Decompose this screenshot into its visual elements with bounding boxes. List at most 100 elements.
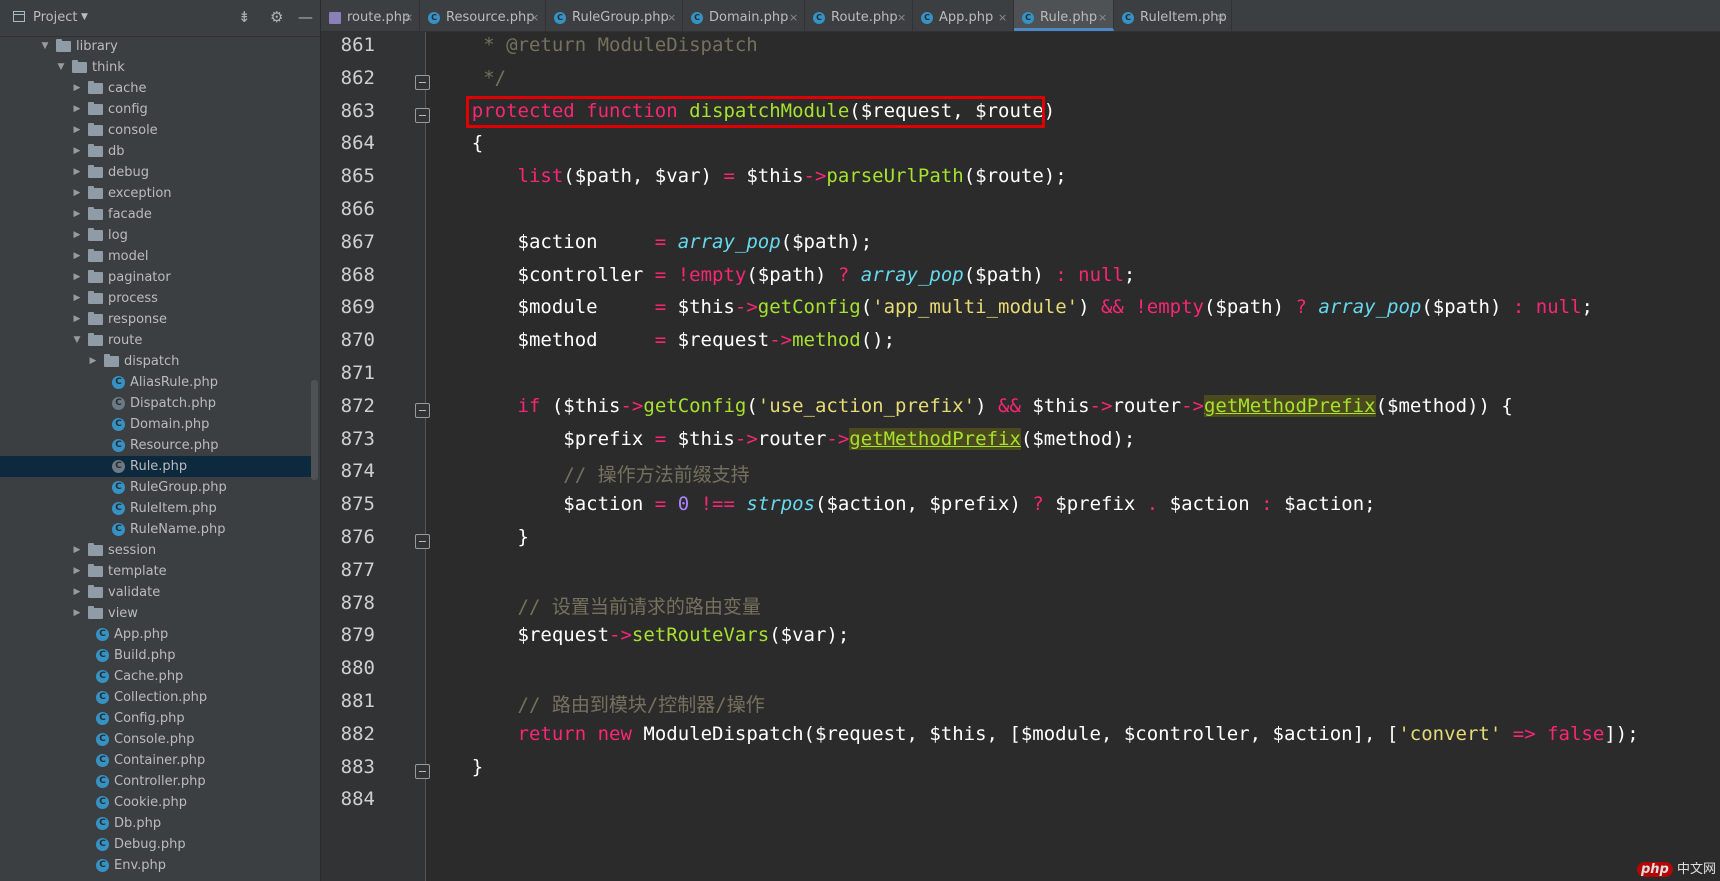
chevron-right-icon[interactable]: ▶: [72, 582, 82, 603]
chevron-down-icon[interactable]: ▼: [72, 330, 82, 351]
close-icon[interactable]: ×: [1216, 0, 1225, 35]
close-icon[interactable]: ×: [667, 0, 676, 35]
code-line[interactable]: }: [426, 756, 483, 778]
tree-file[interactable]: C App.php: [0, 624, 312, 645]
code-line[interactable]: // 设置当前请求的路由变量: [426, 592, 761, 619]
code-line[interactable]: */: [426, 67, 506, 89]
code-line[interactable]: $request->setRouteVars($var);: [426, 624, 850, 646]
sidebar-scrollbar[interactable]: [311, 380, 318, 480]
tab-rule[interactable]: C Rule.php ×: [1014, 0, 1114, 31]
chevron-right-icon[interactable]: ▶: [72, 267, 82, 288]
code-line[interactable]: return new ModuleDispatch($request, $thi…: [426, 723, 1639, 745]
code-line[interactable]: // 操作方法前缀支持: [426, 460, 749, 487]
chevron-right-icon[interactable]: ▶: [72, 204, 82, 225]
chevron-right-icon[interactable]: ▶: [72, 309, 82, 330]
chevron-right-icon[interactable]: ▶: [72, 561, 82, 582]
tree-folder[interactable]: ▶ exception: [0, 183, 312, 204]
collapse-all-icon[interactable]: ⇟: [238, 8, 251, 26]
tab-route[interactable]: route.php ×: [321, 0, 420, 31]
tree-file[interactable]: C Collection.php: [0, 687, 312, 708]
chevron-right-icon[interactable]: ▶: [72, 246, 82, 267]
tree-folder[interactable]: ▶ process: [0, 288, 312, 309]
code-line[interactable]: if ($this->getConfig('use_action_prefix'…: [426, 394, 1513, 417]
tree-folder[interactable]: ▶ dispatch: [0, 351, 312, 372]
close-icon[interactable]: ×: [789, 0, 798, 35]
tree-folder[interactable]: ▶ facade: [0, 204, 312, 225]
chevron-right-icon[interactable]: ▶: [72, 540, 82, 561]
code-line[interactable]: $controller = !empty($path) ? array_pop(…: [426, 264, 1136, 286]
tree-file[interactable]: C Cookie.php: [0, 792, 312, 813]
tab-resource[interactable]: C Resource.php ×: [420, 0, 546, 31]
code-line[interactable]: // 路由到模块/控制器/操作: [426, 690, 765, 717]
close-icon[interactable]: ×: [1098, 0, 1107, 35]
tree-folder[interactable]: ▶ model: [0, 246, 312, 267]
code-line[interactable]: $module = $this->getConfig('app_multi_mo…: [426, 296, 1593, 318]
tree-file[interactable]: C Domain.php: [0, 414, 312, 435]
tab-ruleitem[interactable]: C RuleItem.php ×: [1114, 0, 1232, 31]
tree-folder[interactable]: ▶ db: [0, 141, 312, 162]
code-line[interactable]: {: [426, 132, 483, 154]
chevron-right-icon[interactable]: ▶: [72, 120, 82, 141]
chevron-down-icon[interactable]: ▼: [81, 12, 88, 22]
close-icon[interactable]: ×: [897, 0, 906, 35]
close-icon[interactable]: ×: [530, 0, 539, 35]
code-line[interactable]: list($path, $var) = $this->parseUrlPath(…: [426, 165, 1067, 187]
gear-icon[interactable]: ⚙: [270, 8, 283, 26]
project-view-selector[interactable]: Project: [33, 10, 77, 25]
tree-folder[interactable]: ▶ config: [0, 99, 312, 120]
chevron-right-icon[interactable]: ▶: [72, 603, 82, 624]
tree-file[interactable]: C RuleItem.php: [0, 498, 312, 519]
chevron-right-icon[interactable]: ▶: [72, 99, 82, 120]
tree-file[interactable]: C Rule.php: [0, 456, 312, 477]
tab-app[interactable]: C App.php ×: [913, 0, 1014, 31]
tree-folder[interactable]: ▶ template: [0, 561, 312, 582]
tree-file[interactable]: C Db.php: [0, 813, 312, 834]
tree-file[interactable]: C RuleGroup.php: [0, 477, 312, 498]
tree-file[interactable]: C Resource.php: [0, 435, 312, 456]
code-line[interactable]: $action = 0 !== strpos($action, $prefix)…: [426, 493, 1375, 515]
tree-folder[interactable]: ▶ session: [0, 540, 312, 561]
tree-file[interactable]: C Dispatch.php: [0, 393, 312, 414]
tab-rulegroup[interactable]: C RuleGroup.php ×: [546, 0, 683, 31]
tab-domain[interactable]: C Domain.php ×: [683, 0, 805, 31]
chevron-down-icon[interactable]: ▼: [40, 36, 50, 57]
chevron-right-icon[interactable]: ▶: [88, 351, 98, 372]
code-line[interactable]: $prefix = $this->router->getMethodPrefix…: [426, 427, 1135, 450]
tree-folder[interactable]: ▼ library: [0, 36, 312, 57]
close-icon[interactable]: ×: [404, 0, 413, 35]
tree-file[interactable]: C Console.php: [0, 729, 312, 750]
code-line[interactable]: $action = array_pop($path);: [426, 231, 873, 253]
chevron-right-icon[interactable]: ▶: [72, 183, 82, 204]
chevron-right-icon[interactable]: ▶: [72, 225, 82, 246]
chevron-down-icon[interactable]: ▼: [56, 57, 66, 78]
code-line[interactable]: * @return ModuleDispatch: [426, 34, 758, 56]
tree-folder[interactable]: ▼ route: [0, 330, 312, 351]
tree-file[interactable]: C Cache.php: [0, 666, 312, 687]
tree-folder[interactable]: ▶ validate: [0, 582, 312, 603]
tree-folder[interactable]: ▶ view: [0, 603, 312, 624]
code-line[interactable]: $method = $request->method();: [426, 329, 896, 351]
chevron-right-icon[interactable]: ▶: [72, 141, 82, 162]
tree-folder[interactable]: ▶ cache: [0, 78, 312, 99]
tree-folder[interactable]: ▶ log: [0, 225, 312, 246]
close-icon[interactable]: ×: [998, 0, 1007, 35]
tree-folder[interactable]: ▶ debug: [0, 162, 312, 183]
tree-file[interactable]: C Controller.php: [0, 771, 312, 792]
code-area[interactable]: * @return ModuleDispatch */ protected fu…: [426, 32, 1720, 881]
tree-file[interactable]: C Build.php: [0, 645, 312, 666]
code-line[interactable]: }: [426, 526, 529, 548]
tab-route[interactable]: C Route.php ×: [805, 0, 913, 31]
code-editor[interactable]: 861 862 863 864 865 866 867 868 869 870 871 872 873 8…: [321, 32, 1720, 881]
tree-folder[interactable]: ▶ response: [0, 309, 312, 330]
tree-file[interactable]: C AliasRule.php: [0, 372, 312, 393]
tree-folder[interactable]: ▶ paginator: [0, 267, 312, 288]
hide-panel-icon[interactable]: —: [298, 8, 313, 26]
tree-file[interactable]: C Debug.php: [0, 834, 312, 855]
tree-folder[interactable]: ▶ console: [0, 120, 312, 141]
chevron-right-icon[interactable]: ▶: [72, 78, 82, 99]
tree-file[interactable]: C RuleName.php: [0, 519, 312, 540]
tree-file[interactable]: C Config.php: [0, 708, 312, 729]
chevron-right-icon[interactable]: ▶: [72, 288, 82, 309]
chevron-right-icon[interactable]: ▶: [72, 162, 82, 183]
tree-folder[interactable]: ▼ think: [0, 57, 312, 78]
